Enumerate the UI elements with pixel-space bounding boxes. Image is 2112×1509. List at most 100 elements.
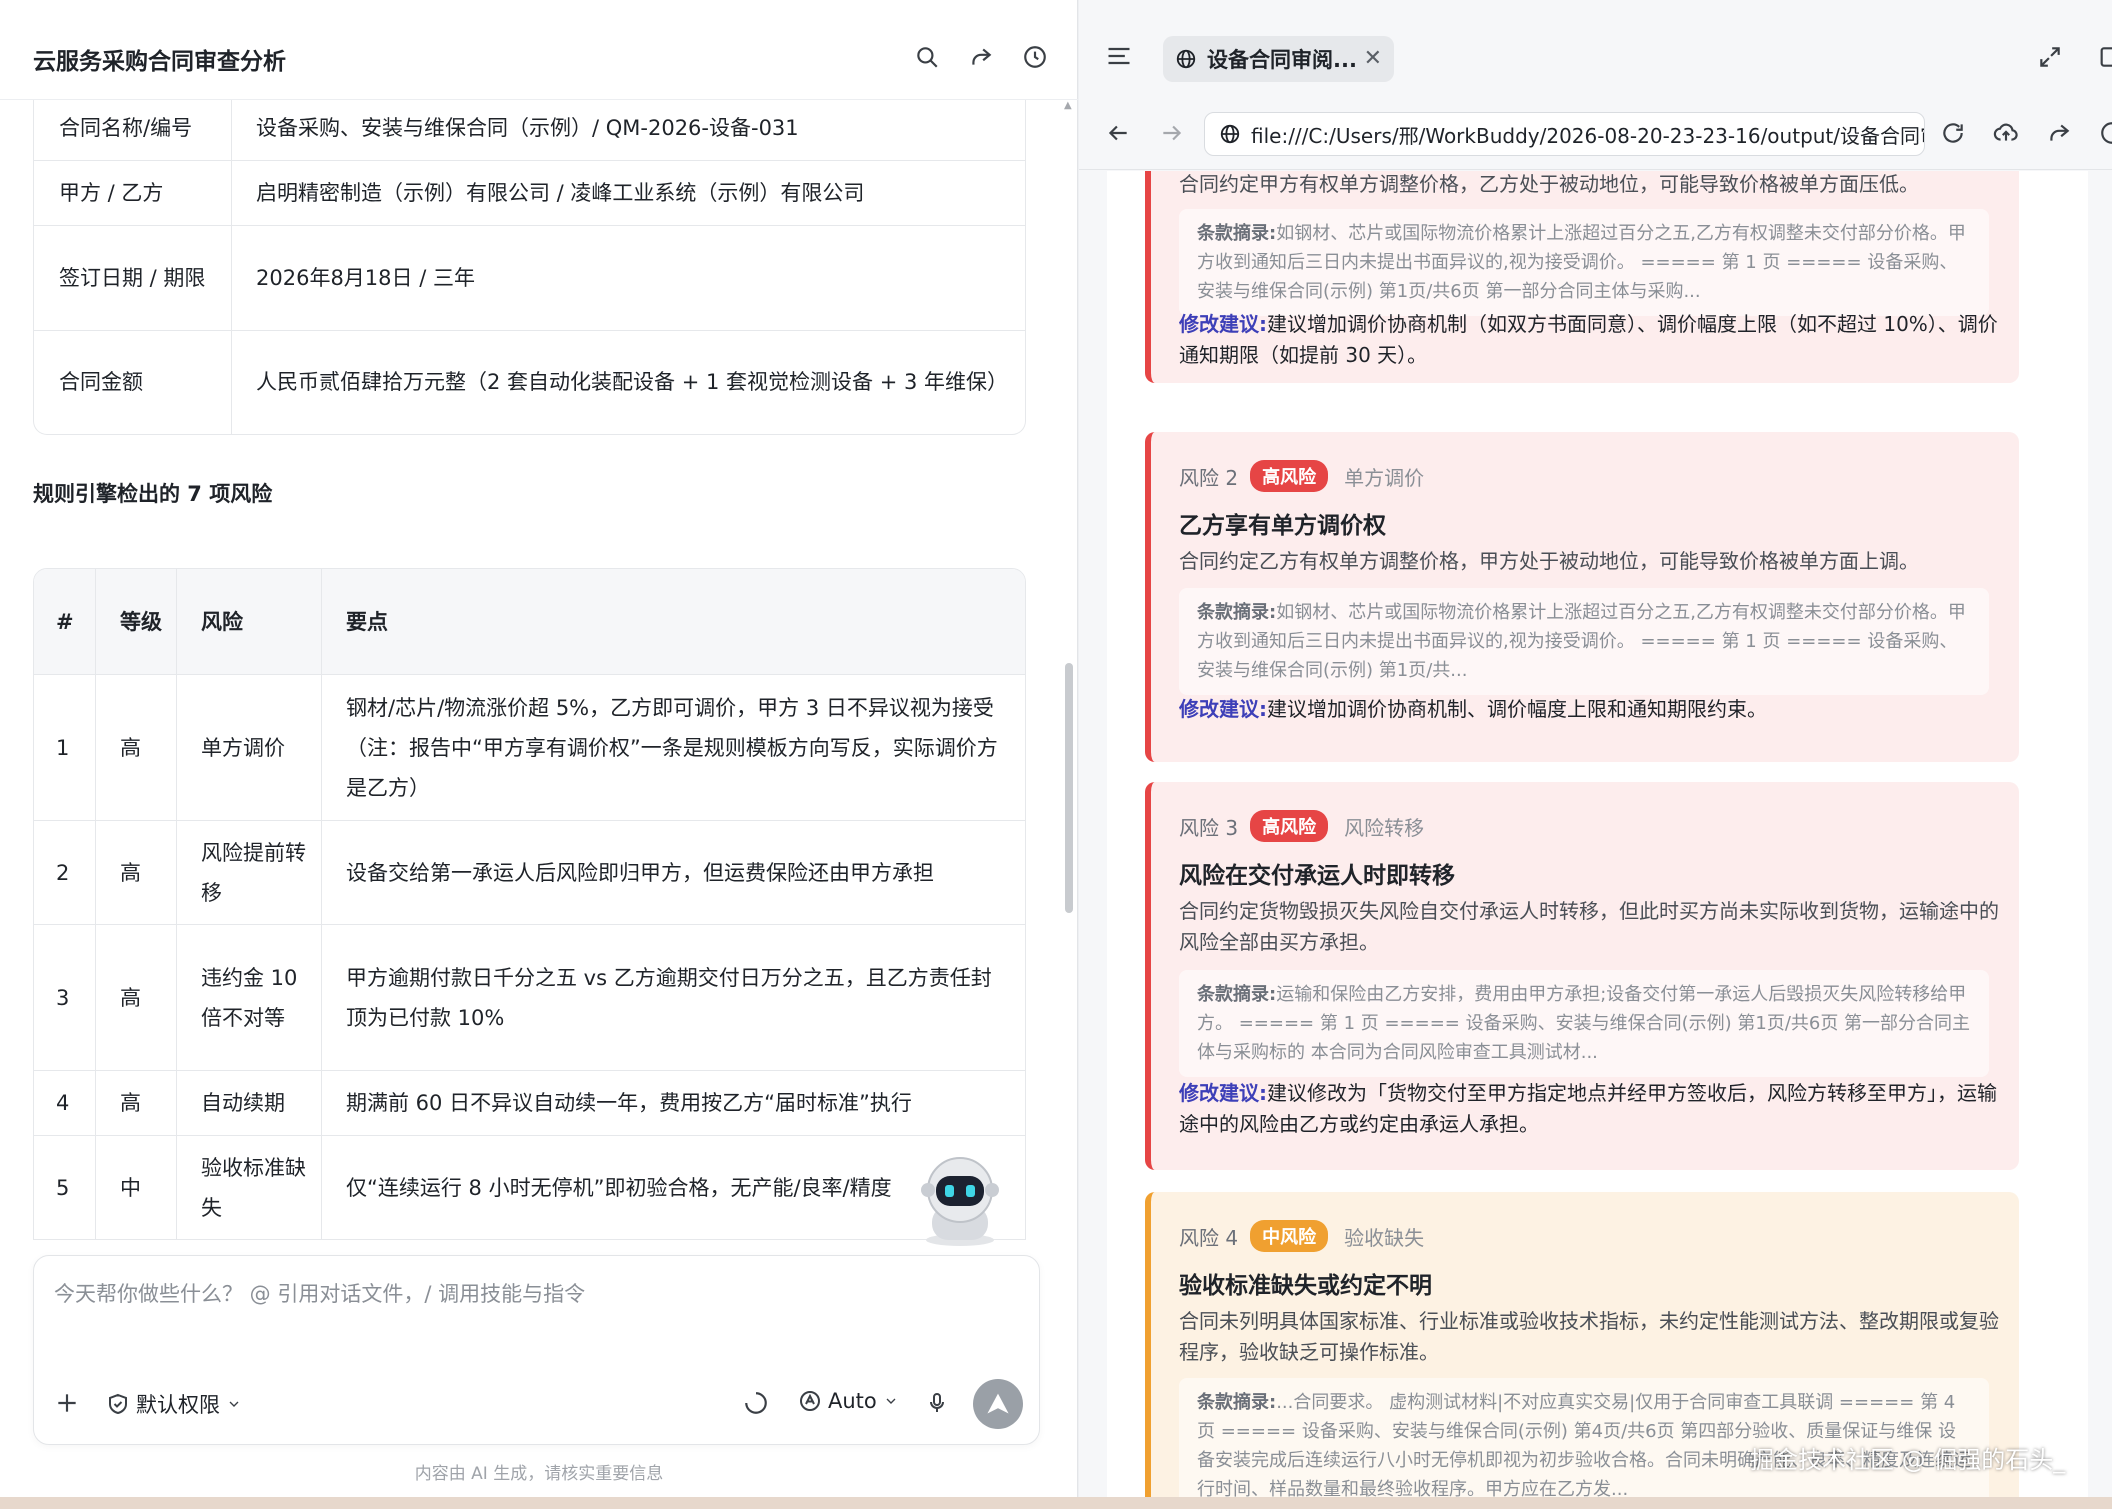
- window-icon[interactable]: [2099, 44, 2112, 74]
- risk-description: 合同约定货物毁损灭失风险自交付承运人时转移，但此时买方尚未实际收到货物，运输途中…: [1179, 899, 1999, 954]
- suggestion-text: 建议增加调价协商机制、调价幅度上限和通知期限约束。: [1267, 697, 1767, 721]
- risk-point: 钢材/芯片/物流涨价超 5%，乙方即可调价，甲方 3 日不异议视为接受（注：报告…: [346, 695, 998, 800]
- risk-no: 4: [34, 1071, 96, 1135]
- forward-icon[interactable]: [1159, 120, 1185, 150]
- chat-input-box[interactable]: 今天帮你做些什么？ @ 引用对话文件，/ 调用技能与指令 默认权限 Auto: [33, 1255, 1040, 1445]
- info-key: 合同金额: [34, 331, 232, 434]
- risk-card-header: 风险 2 高风险 单方调价: [1179, 460, 1424, 492]
- suggestion-text: 建议修改为「货物交付至甲方指定地点并经甲方签收后，风险方转移至甲方」，运输途中的…: [1179, 1081, 1997, 1136]
- risk-table: # 等级 风险 要点 1 高 单方调价 钢材/芯片/物流涨价超 5%，乙方即可调…: [33, 568, 1026, 1240]
- risk-no: 2: [34, 821, 96, 924]
- risk-point: 甲方逾期付款日千分之五 vs 乙方逾期交付日万分之五，且乙方责任封顶为已付款 1…: [346, 965, 992, 1030]
- info-row: 甲方 / 乙方 启明精密制造（示例）有限公司 / 凌峰工业系统（示例）有限公司: [34, 160, 1025, 225]
- info-key: 甲方 / 乙方: [34, 161, 232, 225]
- info-value: 设备采购、安装与维保合同（示例）/ QM-2026-设备-031: [256, 115, 799, 140]
- col-header-no: #: [34, 569, 96, 674]
- add-attachment-button[interactable]: [54, 1390, 80, 1416]
- info-value: 人民币贰佰肆拾万元整（2 套自动化装配设备 + 1 套视觉检测设备 + 3 年维…: [256, 370, 1008, 394]
- tab-title: 设备合同审阅...: [1207, 48, 1357, 72]
- risk-category: 单方调价: [1344, 465, 1425, 490]
- risk-card-1: 合同约定甲方有权单方调整价格，乙方处于被动地位，可能导致价格被单方面压低。 条款…: [1145, 171, 2019, 383]
- risk-name: 验收标准缺失: [177, 1136, 322, 1239]
- auto-icon: [800, 1391, 820, 1411]
- history-icon[interactable]: [1018, 40, 1052, 74]
- report-page: 合同约定甲方有权单方调整价格，乙方处于被动地位，可能导致价格被单方面压低。 条款…: [1107, 171, 2088, 1509]
- suggestion-label: 修改建议:: [1179, 1081, 1267, 1105]
- info-row: 合同名称/编号 设备采购、安装与维保合同（示例）/ QM-2026-设备-031: [34, 100, 1025, 160]
- risk-title: 验收标准缺失或约定不明: [1179, 1273, 1432, 1299]
- table-row: 2 高 风险提前转移 设备交给第一承运人后风险即归甲方，但运费保险还由甲方承担: [34, 820, 1025, 924]
- excerpt-text: 运输和保险由乙方安排，费用由甲方承担;设备交付第一承运人后毁损灭失风险转移给甲方…: [1197, 984, 1971, 1063]
- send-icon: [987, 1393, 1009, 1414]
- scroll-up-arrow-icon[interactable]: ▲: [1064, 100, 1072, 111]
- menu-icon[interactable]: [1105, 42, 1133, 74]
- suggestion-text: 建议增加调价协商机制（如双方书面同意）、调价幅度上限（如不超过 10%）、调价通…: [1179, 312, 1998, 367]
- url-input[interactable]: file:///C:/Users/邢/WorkBuddy/2026-08-20-…: [1204, 112, 1925, 156]
- tab-report[interactable]: 设备合同审阅... ✕: [1163, 36, 1394, 82]
- reload-icon[interactable]: [1940, 120, 1966, 150]
- browser-tab-bar: 设备合同审阅... ✕: [1079, 14, 2112, 98]
- share-icon[interactable]: [964, 40, 998, 74]
- suggestion: 修改建议:建议修改为「货物交付至甲方指定地点并经甲方签收后，风险方转移至甲方」，…: [1179, 1078, 2009, 1140]
- risk-description: 合同约定甲方有权单方调整价格，乙方处于被动地位，可能导致价格被单方面压低。: [1179, 172, 1919, 196]
- risk-point: 设备交给第一承运人后风险即归甲方，但运费保险还由甲方承担: [346, 860, 934, 885]
- table-row: 3 高 违约金 10 倍不对等 甲方逾期付款日千分之五 vs 乙方逾期交付日万分…: [34, 924, 1025, 1070]
- risk-level: 高: [96, 821, 177, 924]
- back-icon[interactable]: [1105, 120, 1131, 150]
- risk-card-header: 风险 3 高风险 风险转移: [1179, 810, 1424, 842]
- model-selector[interactable]: Auto: [798, 1389, 899, 1413]
- model-label: Auto: [828, 1389, 877, 1413]
- excerpt-label: 条款摘录:: [1197, 223, 1277, 244]
- info-value: 2026年8月18日 / 三年: [256, 265, 475, 290]
- risk-no: 1: [34, 675, 96, 820]
- permission-dropdown[interactable]: 默认权限: [106, 1389, 242, 1419]
- risk-description: 合同约定乙方有权单方调整价格，甲方处于被动地位，可能导致价格被单方面上调。: [1179, 549, 1919, 573]
- risk-level-badge: 高风险: [1250, 460, 1329, 492]
- risk-level: 高: [96, 925, 177, 1070]
- contract-info-table: 合同名称/编号 设备采购、安装与维保合同（示例）/ QM-2026-设备-031…: [33, 100, 1026, 435]
- chat-input[interactable]: 今天帮你做些什么？ @ 引用对话文件，/ 调用技能与指令: [54, 1278, 585, 1308]
- excerpt-text: 如钢材、芯片或国际物流价格累计上涨超过百分之五,乙方有权调整未交付部分价格。甲方…: [1197, 223, 1966, 302]
- chat-title: 云服务采购合同审查分析: [33, 49, 286, 75]
- excerpt-text: 如钢材、芯片或国际物流价格累计上涨超过百分之五,乙方有权调整未交付部分价格。甲方…: [1197, 602, 1966, 681]
- chevron-down-icon: [229, 1401, 239, 1407]
- watermark: 掘金技术社区 @ 倔强的石头_: [1750, 1446, 2066, 1474]
- expand-icon[interactable]: [2037, 44, 2063, 74]
- table-row: 5 中 验收标准缺失 仅“连续运行 8 小时无停机”即初验合格，无产能/良率/精…: [34, 1135, 1025, 1239]
- close-icon[interactable]: ✕: [1364, 46, 1382, 71]
- risk-card-header: 风险 4 中风险 验收缺失: [1179, 1220, 1424, 1252]
- robot-mascot-icon[interactable]: [910, 1150, 1010, 1248]
- microphone-icon[interactable]: [925, 1390, 949, 1416]
- permission-label: 默认权限: [136, 1393, 220, 1417]
- info-row: 合同金额 人民币贰佰肆拾万元整（2 套自动化装配设备 + 1 套视觉检测设备 +…: [34, 330, 1025, 434]
- chat-scroll-area[interactable]: 合同名称/编号 设备采购、安装与维保合同（示例）/ QM-2026-设备-031…: [0, 100, 1078, 1248]
- risk-title: 乙方享有单方调价权: [1179, 513, 1386, 539]
- clause-excerpt: 条款摘录:运输和保险由乙方安排，费用由甲方承担;设备交付第一承运人后毁损灭失风险…: [1179, 970, 1989, 1077]
- suggestion-label: 修改建议:: [1179, 312, 1267, 336]
- risk-description: 合同未列明具体国家标准、行业标准或验收技术指标，未约定性能测试方法、整改期限或复…: [1179, 1309, 1999, 1364]
- chevron-down-icon: [886, 1398, 896, 1404]
- globe-icon[interactable]: [2099, 120, 2112, 150]
- taskbar-strip: [0, 1497, 2112, 1509]
- risk-category: 验收缺失: [1344, 1225, 1425, 1250]
- send-button[interactable]: [973, 1379, 1023, 1429]
- risk-category: 风险转移: [1344, 815, 1425, 840]
- risk-number: 风险 3: [1179, 815, 1239, 840]
- risk-no: 5: [34, 1136, 96, 1239]
- scrollbar-thumb[interactable]: [1065, 663, 1073, 913]
- excerpt-label: 条款摘录:: [1197, 1392, 1277, 1413]
- upload-icon[interactable]: [1993, 120, 2019, 150]
- risk-level-badge: 高风险: [1250, 810, 1329, 842]
- globe-icon: [1220, 124, 1240, 144]
- chat-header: 云服务采购合同审查分析: [0, 14, 1078, 100]
- shield-check-icon: [109, 1393, 127, 1415]
- risk-card-3: 风险 3 高风险 风险转移 风险在交付承运人时即转移 合同约定货物毁损灭失风险自…: [1145, 782, 2019, 1170]
- risk-card-2: 风险 2 高风险 单方调价 乙方享有单方调价权 合同约定乙方有权单方调整价格，甲…: [1145, 432, 2019, 762]
- risk-name: 风险提前转移: [177, 821, 322, 924]
- search-icon[interactable]: [910, 40, 944, 74]
- risk-no: 3: [34, 925, 96, 1070]
- info-key: 签订日期 / 期限: [34, 226, 232, 330]
- report-viewport[interactable]: 合同约定甲方有权单方调整价格，乙方处于被动地位，可能导致价格被单方面压低。 条款…: [1079, 171, 2112, 1509]
- risk-table-header: # 等级 风险 要点: [34, 569, 1025, 674]
- share-icon[interactable]: [2046, 120, 2072, 150]
